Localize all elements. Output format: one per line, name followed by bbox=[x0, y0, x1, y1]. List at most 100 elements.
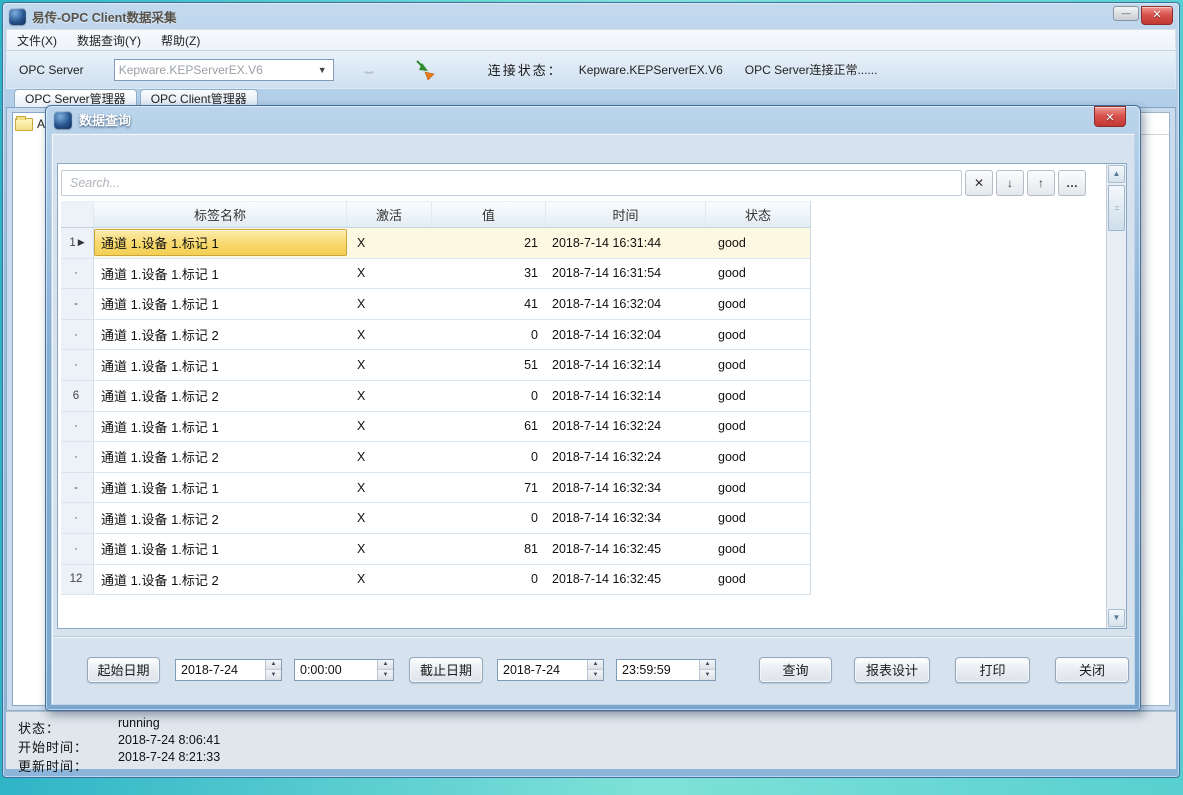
cell-status: good bbox=[706, 412, 810, 442]
print-button[interactable]: 打印 bbox=[955, 657, 1030, 683]
spin-up-icon[interactable]: ▲ bbox=[378, 660, 393, 671]
cell-tag-name: 通道 1.设备 1.标记 1 bbox=[94, 229, 347, 256]
window-title: 易传-OPC Client数据采集 bbox=[32, 7, 176, 26]
main-titlebar[interactable]: 易传-OPC Client数据采集 — ✕ bbox=[3, 3, 1179, 29]
end-date-button[interactable]: 截止日期 bbox=[409, 657, 483, 683]
app-icon bbox=[9, 8, 26, 25]
cell-time: 2018-7-14 16:32:14 bbox=[546, 350, 706, 380]
cell-active: X bbox=[347, 259, 432, 289]
table-row[interactable]: · 通道 1.设备 1.标记 2 X 0 2018-7-14 16:32:04 … bbox=[61, 320, 810, 351]
report-design-button[interactable]: 报表设计 bbox=[854, 657, 930, 683]
cell-status: good bbox=[706, 534, 810, 564]
cell-value: 71 bbox=[432, 473, 546, 503]
table-body: 1▶ 通道 1.设备 1.标记 1 X 21 2018-7-14 16:31:4… bbox=[61, 228, 810, 595]
close-dialog-button[interactable]: 关闭 bbox=[1055, 657, 1129, 683]
column-header-active[interactable]: 激活 bbox=[347, 202, 432, 227]
cell-time: 2018-7-14 16:32:04 bbox=[546, 289, 706, 319]
scrollbar-thumb[interactable]: = bbox=[1108, 185, 1125, 231]
row-marker: · bbox=[74, 420, 78, 432]
folder-icon bbox=[15, 118, 33, 131]
table-row[interactable]: 1▶ 通道 1.设备 1.标记 1 X 21 2018-7-14 16:31:4… bbox=[61, 228, 810, 259]
cell-active: X bbox=[347, 289, 432, 319]
cell-value: 0 bbox=[432, 381, 546, 411]
menu-data-query[interactable]: 数据查询(Y) bbox=[77, 32, 141, 49]
connect-icon[interactable] bbox=[414, 59, 436, 81]
row-marker: - bbox=[74, 298, 78, 310]
spin-down-icon[interactable]: ▼ bbox=[266, 670, 281, 680]
query-button[interactable]: 查询 bbox=[759, 657, 832, 683]
cell-active: X bbox=[347, 228, 432, 258]
cell-time: 2018-7-14 16:31:54 bbox=[546, 259, 706, 289]
close-button[interactable]: ✕ bbox=[1141, 6, 1173, 25]
cell-status: good bbox=[706, 442, 810, 472]
column-header-time[interactable]: 时间 bbox=[546, 202, 706, 227]
find-previous-button[interactable]: ↑ bbox=[1027, 170, 1055, 196]
cell-tag-name: 通道 1.设备 1.标记 1 bbox=[94, 290, 347, 317]
cell-active: X bbox=[347, 350, 432, 380]
cell-status: good bbox=[706, 259, 810, 289]
table-row[interactable]: · 通道 1.设备 1.标记 1 X 61 2018-7-14 16:32:24… bbox=[61, 412, 810, 443]
end-date-value: 2018-7-24 bbox=[498, 660, 587, 680]
vertical-scrollbar[interactable]: ▲ = ▼ bbox=[1106, 164, 1126, 628]
dialog-app-icon bbox=[54, 111, 72, 129]
spin-up-icon[interactable]: ▲ bbox=[700, 660, 715, 671]
table-row[interactable]: - 通道 1.设备 1.标记 1 X 41 2018-7-14 16:32:04… bbox=[61, 289, 810, 320]
opc-server-combobox[interactable]: Kepware.KEPServerEX.V6 ▼ bbox=[114, 59, 334, 81]
spin-down-icon[interactable]: ▼ bbox=[378, 670, 393, 680]
start-date-spinner[interactable]: 2018-7-24 ▲▼ bbox=[175, 659, 282, 681]
scroll-down-icon[interactable]: ▼ bbox=[1108, 609, 1125, 627]
find-next-button[interactable]: ↓ bbox=[996, 170, 1024, 196]
cell-status: good bbox=[706, 473, 810, 503]
cell-value: 0 bbox=[432, 565, 546, 595]
spin-down-icon[interactable]: ▼ bbox=[588, 670, 603, 680]
table-row[interactable]: · 通道 1.设备 1.标记 1 X 51 2018-7-14 16:32:14… bbox=[61, 350, 810, 381]
chevron-down-icon[interactable]: ▼ bbox=[316, 65, 329, 75]
table-row[interactable]: · 通道 1.设备 1.标记 2 X 0 2018-7-14 16:32:34 … bbox=[61, 503, 810, 534]
right-content-panel bbox=[1138, 112, 1170, 706]
cell-time: 2018-7-14 16:32:45 bbox=[546, 565, 706, 595]
cell-status: good bbox=[706, 320, 810, 350]
more-options-button[interactable]: … bbox=[1058, 170, 1086, 196]
column-header-tag[interactable]: 标签名称 bbox=[94, 202, 347, 227]
scroll-up-icon[interactable]: ▲ bbox=[1108, 165, 1125, 183]
desktop: { "window": { "title": "易传-OPC Client数据采… bbox=[0, 0, 1183, 795]
dialog-close-icon[interactable]: ✕ bbox=[1094, 106, 1126, 127]
spin-up-icon[interactable]: ▲ bbox=[588, 660, 603, 671]
cell-status: good bbox=[706, 289, 810, 319]
column-header-value[interactable]: 值 bbox=[432, 202, 546, 227]
cell-status: good bbox=[706, 503, 810, 533]
spin-down-icon[interactable]: ▼ bbox=[700, 670, 715, 680]
toolbar: OPC Server Kepware.KEPServerEX.V6 ▼ 连接状态… bbox=[6, 51, 1176, 89]
menu-help[interactable]: 帮助(Z) bbox=[161, 32, 200, 49]
table-row[interactable]: 6 通道 1.设备 1.标记 2 X 0 2018-7-14 16:32:14 … bbox=[61, 381, 810, 412]
cell-tag-name: 通道 1.设备 1.标记 2 bbox=[94, 321, 347, 348]
dialog-titlebar[interactable]: 数据查询 ✕ bbox=[46, 106, 1140, 133]
statusbar: 状态： running 开始时间： 2018-7-24 8:06:41 更新时间… bbox=[6, 711, 1176, 769]
cell-status: good bbox=[706, 565, 810, 595]
end-time-value: 23:59:59 bbox=[617, 660, 699, 680]
menu-file[interactable]: 文件(X) bbox=[17, 32, 57, 49]
dialog-title: 数据查询 bbox=[79, 110, 131, 129]
column-header-status[interactable]: 状态 bbox=[706, 202, 810, 227]
cell-value: 0 bbox=[432, 320, 546, 350]
end-date-spinner[interactable]: 2018-7-24 ▲▼ bbox=[497, 659, 604, 681]
start-time-spinner[interactable]: 0:00:00 ▲▼ bbox=[294, 659, 394, 681]
clear-search-button[interactable]: ✕ bbox=[965, 170, 993, 196]
cell-time: 2018-7-14 16:32:24 bbox=[546, 442, 706, 472]
row-marker: · bbox=[74, 543, 78, 555]
search-input[interactable] bbox=[61, 170, 962, 196]
table-row[interactable]: · 通道 1.设备 1.标记 1 X 81 2018-7-14 16:32:45… bbox=[61, 534, 810, 565]
refresh-arc-icon bbox=[362, 65, 376, 74]
minimize-button[interactable]: — bbox=[1113, 6, 1139, 21]
end-time-spinner[interactable]: 23:59:59 ▲▼ bbox=[616, 659, 716, 681]
cell-time: 2018-7-14 16:32:45 bbox=[546, 534, 706, 564]
menubar: 文件(X) 数据查询(Y) 帮助(Z) bbox=[6, 29, 1176, 51]
spin-up-icon[interactable]: ▲ bbox=[266, 660, 281, 671]
table-row[interactable]: · 通道 1.设备 1.标记 2 X 0 2018-7-14 16:32:24 … bbox=[61, 442, 810, 473]
start-date-button[interactable]: 起始日期 bbox=[87, 657, 160, 683]
table-row[interactable]: · 通道 1.设备 1.标记 1 X 31 2018-7-14 16:31:54… bbox=[61, 259, 810, 290]
table-row[interactable]: 12 通道 1.设备 1.标记 2 X 0 2018-7-14 16:32:45… bbox=[61, 565, 810, 596]
cell-value: 21 bbox=[432, 228, 546, 258]
tree-node-label: A bbox=[37, 117, 45, 131]
table-row[interactable]: - 通道 1.设备 1.标记 1 X 71 2018-7-14 16:32:34… bbox=[61, 473, 810, 504]
